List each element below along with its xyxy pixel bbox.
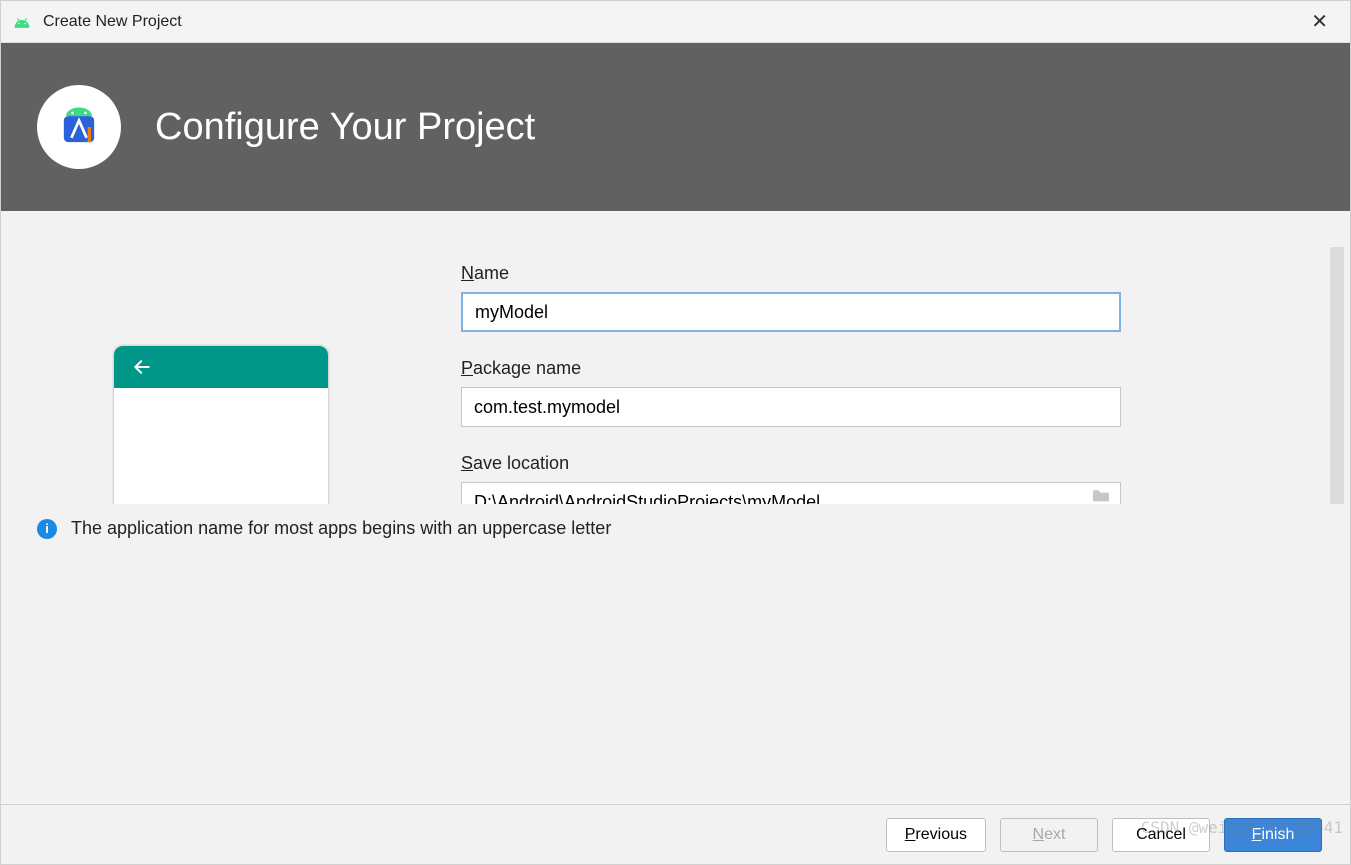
field-save-location: Save location xyxy=(461,453,1121,504)
back-arrow-icon xyxy=(132,357,152,377)
banner-title: Configure Your Project xyxy=(155,106,535,149)
name-label: Name xyxy=(461,263,1121,284)
android-icon xyxy=(13,13,31,31)
cancel-button[interactable]: Cancel xyxy=(1112,818,1210,852)
info-icon: i xyxy=(37,519,57,539)
footer: Previous Next Cancel Finish xyxy=(1,804,1350,864)
banner: Configure Your Project xyxy=(1,43,1350,211)
window-title: Create New Project xyxy=(43,13,1301,31)
titlebar: Create New Project ✕ xyxy=(1,1,1350,43)
close-icon[interactable]: ✕ xyxy=(1301,5,1338,38)
save-location-label: Save location xyxy=(461,453,1121,474)
field-package: Package name xyxy=(461,358,1121,427)
package-input[interactable] xyxy=(461,387,1121,427)
save-location-input[interactable] xyxy=(461,482,1121,504)
field-name: Name xyxy=(461,263,1121,332)
spacer xyxy=(1,554,1350,805)
logo-icon xyxy=(37,85,121,169)
phone-mock xyxy=(113,345,329,504)
template-preview xyxy=(41,253,401,504)
form: Name Package name Save location Language… xyxy=(461,253,1121,504)
dialog-window: Create New Project ✕ Configure Your Proj… xyxy=(0,0,1351,865)
content-area: Name Package name Save location Language… xyxy=(1,211,1350,504)
name-input[interactable] xyxy=(461,292,1121,332)
info-text: The application name for most apps begin… xyxy=(71,518,611,539)
package-label: Package name xyxy=(461,358,1121,379)
next-button: Next xyxy=(1000,818,1098,852)
scrollbar[interactable] xyxy=(1330,247,1344,504)
info-bar: i The application name for most apps beg… xyxy=(1,504,1350,554)
previous-button[interactable]: Previous xyxy=(886,818,986,852)
phone-appbar xyxy=(114,346,328,388)
finish-button[interactable]: Finish xyxy=(1224,818,1322,852)
